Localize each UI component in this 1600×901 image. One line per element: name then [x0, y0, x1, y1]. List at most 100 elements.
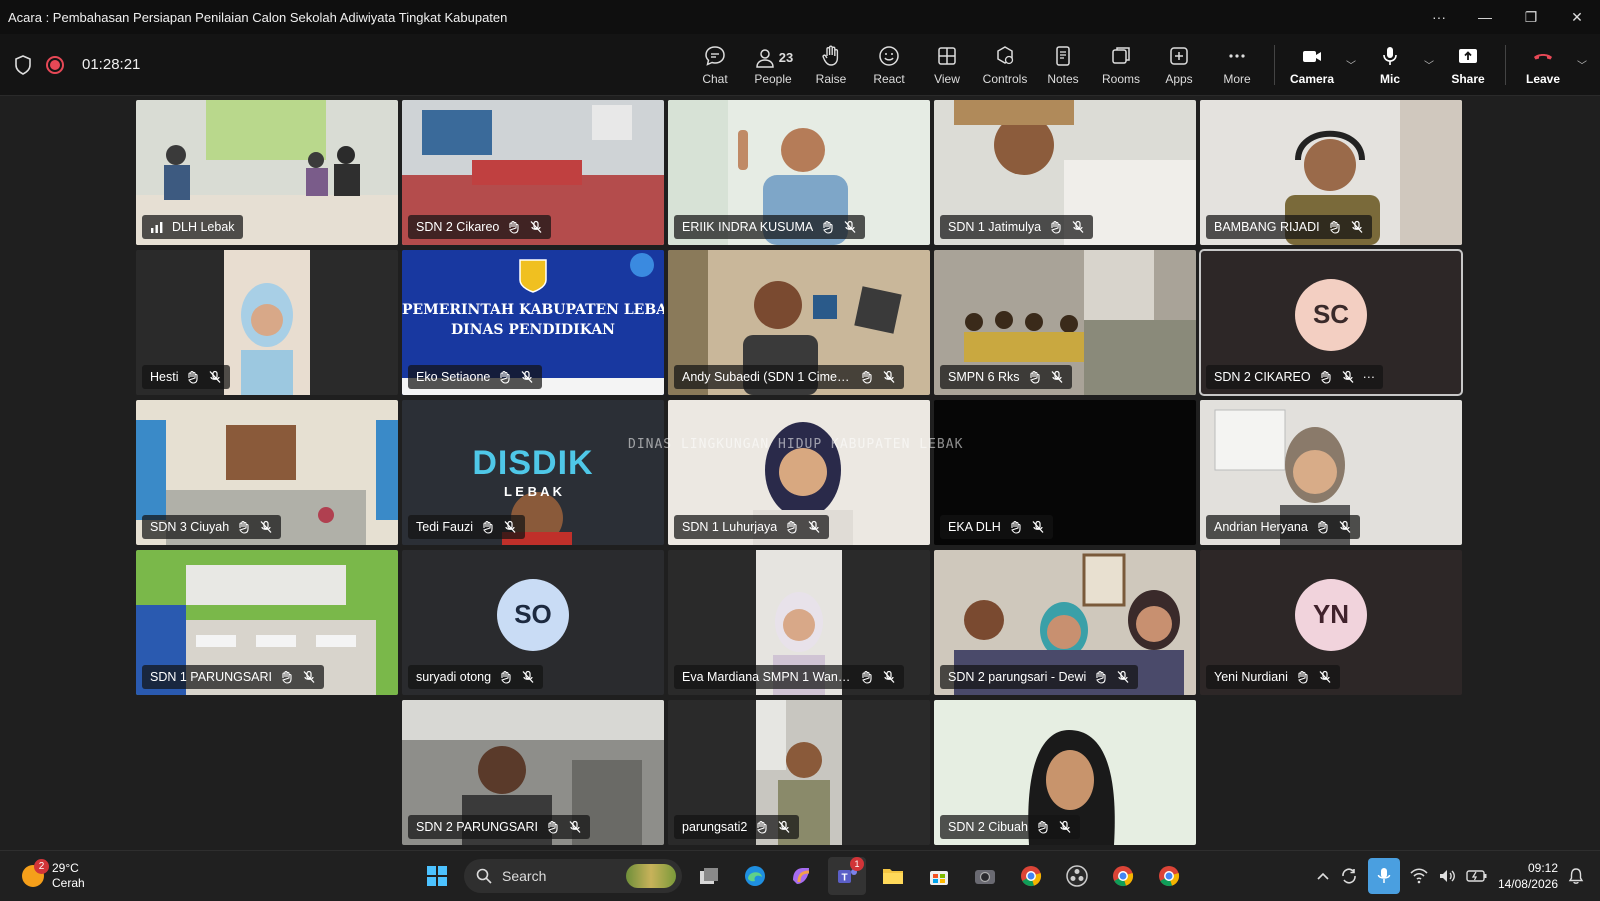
participant-tile[interactable]: SMPN 6 Rks	[934, 250, 1196, 395]
mic-off-icon	[210, 370, 221, 383]
file-explorer-icon[interactable]	[874, 857, 912, 895]
participant-tile[interactable]: SDN 2 Cibuah	[934, 700, 1196, 845]
notification-bell-icon[interactable]	[1568, 867, 1584, 885]
mic-off-icon	[808, 520, 820, 533]
mic-off-icon	[883, 670, 895, 683]
wifi-icon[interactable]	[1410, 868, 1428, 884]
recording-icon	[46, 55, 64, 74]
copilot-icon[interactable]	[782, 857, 820, 895]
participant-nametag: suryadi otong	[408, 665, 544, 689]
camera-button[interactable]: Camera	[1283, 37, 1341, 93]
mic-off-icon	[1032, 520, 1044, 533]
participant-tile[interactable]: ERIIK INDRA KUSUMA	[668, 100, 930, 245]
sync-icon[interactable]	[1340, 867, 1358, 885]
participant-tile[interactable]: SDN 2 Cikareo	[402, 100, 664, 245]
hand-icon	[548, 820, 558, 834]
participant-name: Eva Mardiana SMPN 1 Wanasa...	[682, 670, 852, 684]
more-button[interactable]: More	[1208, 37, 1266, 93]
apps-label: Apps	[1165, 71, 1193, 86]
participant-tile[interactable]: DLH Lebak	[136, 100, 398, 245]
rooms-button[interactable]: Rooms	[1092, 37, 1150, 93]
participant-tile[interactable]: Andy Subaedi (SDN 1 Cimenga)	[668, 250, 930, 395]
mic-off-icon	[1342, 370, 1354, 383]
chat-button[interactable]: Chat	[686, 37, 744, 93]
chrome-profile-icon[interactable]	[1104, 857, 1142, 895]
participant-tile[interactable]: SDN 1 PARUNGSARI	[136, 550, 398, 695]
participant-tile[interactable]: SDN 3 Ciuyah	[136, 400, 398, 545]
participant-more-button[interactable]: ···	[1363, 370, 1376, 384]
people-button[interactable]: 23 People	[744, 37, 802, 93]
mic-off-icon	[1059, 820, 1071, 833]
window-close-button[interactable]: ✕	[1554, 0, 1600, 34]
hand-icon	[1298, 670, 1308, 684]
search-icon	[476, 868, 492, 884]
leave-button[interactable]: Leave	[1514, 37, 1572, 93]
participant-tile[interactable]: SDN 2 PARUNGSARI	[402, 700, 664, 845]
mic-button[interactable]: Mic	[1361, 37, 1419, 93]
phone-hangup-icon	[1534, 53, 1552, 59]
camera-app-icon[interactable]	[966, 857, 1004, 895]
obs-icon[interactable]	[1058, 857, 1096, 895]
participant-nametag: Tedi Fauzi	[408, 515, 525, 539]
participant-tile[interactable]: YN Yeni Nurdiani	[1200, 550, 1462, 695]
hand-icon	[1010, 520, 1021, 534]
mic-in-use-icon[interactable]	[1367, 858, 1400, 894]
participant-tile[interactable]: SO suryadi otong	[402, 550, 664, 695]
participant-tile[interactable]: Andrian Heryana	[1200, 400, 1462, 545]
view-button[interactable]: View	[918, 37, 976, 93]
chat-icon	[705, 45, 725, 66]
participant-tile[interactable]: BAMBANG RIJADI	[1200, 100, 1462, 245]
store-icon[interactable]	[920, 857, 958, 895]
participant-tile[interactable]: Hesti	[136, 250, 398, 395]
system-clock[interactable]: 09:12 14/08/2026	[1498, 860, 1558, 892]
windows-start-icon[interactable]	[418, 857, 456, 895]
shield-icon[interactable]	[14, 54, 32, 75]
apps-button[interactable]: Apps	[1150, 37, 1208, 93]
participant-tile[interactable]: DISDIK L E B A K Tedi Fauzi	[402, 400, 664, 545]
participant-tile[interactable]: Eva Mardiana SMPN 1 Wanasa...	[668, 550, 930, 695]
camera-options-chevron-down-icon[interactable]: ﹀	[1341, 37, 1361, 93]
battery-icon[interactable]	[1466, 869, 1488, 883]
raise-button[interactable]: Raise	[802, 37, 860, 93]
participant-nametag: SDN 2 CIKAREO ···	[1206, 365, 1384, 389]
notes-icon	[1056, 45, 1070, 66]
participant-tile[interactable]: parungsati2	[668, 700, 930, 845]
participant-tile[interactable]: SDN 1 Jatimulya	[934, 100, 1196, 245]
participant-nametag: SDN 2 PARUNGSARI	[408, 815, 591, 839]
participant-tile[interactable]: SC SDN 2 CIKAREO ···	[1199, 249, 1463, 396]
share-button[interactable]: Share	[1439, 37, 1497, 93]
participant-nametag: DLH Lebak	[142, 215, 243, 239]
teams-icon[interactable]: T 1	[828, 857, 866, 895]
window-more-button[interactable]: ···	[1416, 0, 1462, 34]
participant-tile[interactable]: SDN 2 parungsari - Dewi	[934, 550, 1196, 695]
rooms-icon	[1112, 46, 1130, 64]
weather-widget[interactable]: 2 29°C Cerah	[0, 858, 200, 891]
task-view-icon[interactable]	[690, 857, 728, 895]
leave-options-chevron-down-icon[interactable]: ﹀	[1572, 37, 1592, 93]
participant-tile[interactable]: SDN 1 Luhurjaya	[668, 400, 930, 545]
hand-icon	[188, 370, 199, 384]
controls-button[interactable]: Controls	[976, 37, 1034, 93]
search-label: Search	[502, 868, 547, 884]
participant-name: SDN 2 Cibuah	[948, 820, 1028, 834]
participant-tile[interactable]: PEMERINTAH KABUPATEN LEBAK DINAS PENDIDI…	[402, 250, 664, 395]
react-label: React	[873, 71, 905, 86]
chrome-icon[interactable]	[1012, 857, 1050, 895]
participant-nametag: SDN 2 Cikareo	[408, 215, 552, 239]
window-restore-button[interactable]: ❐	[1508, 0, 1554, 34]
volume-icon[interactable]	[1438, 868, 1456, 884]
mic-options-chevron-down-icon[interactable]: ﹀	[1419, 37, 1439, 93]
react-button[interactable]: React	[860, 37, 918, 93]
notes-button[interactable]: Notes	[1034, 37, 1092, 93]
participant-name: SDN 3 Ciuyah	[150, 520, 230, 534]
edge-browser-icon[interactable]	[736, 857, 774, 895]
window-minimize-button[interactable]: —	[1462, 0, 1508, 34]
chrome-profile-2-icon[interactable]	[1150, 857, 1188, 895]
participant-name: SMPN 6 Rks	[948, 370, 1020, 384]
weather-temperature: 29°C	[52, 860, 79, 875]
taskbar-search-input[interactable]: Search	[464, 859, 682, 893]
chevron-up-icon[interactable]	[1316, 871, 1330, 881]
mic-off-icon	[569, 820, 581, 833]
hand-icon	[1051, 220, 1061, 234]
participant-tile[interactable]: EKA DLH	[934, 400, 1196, 545]
